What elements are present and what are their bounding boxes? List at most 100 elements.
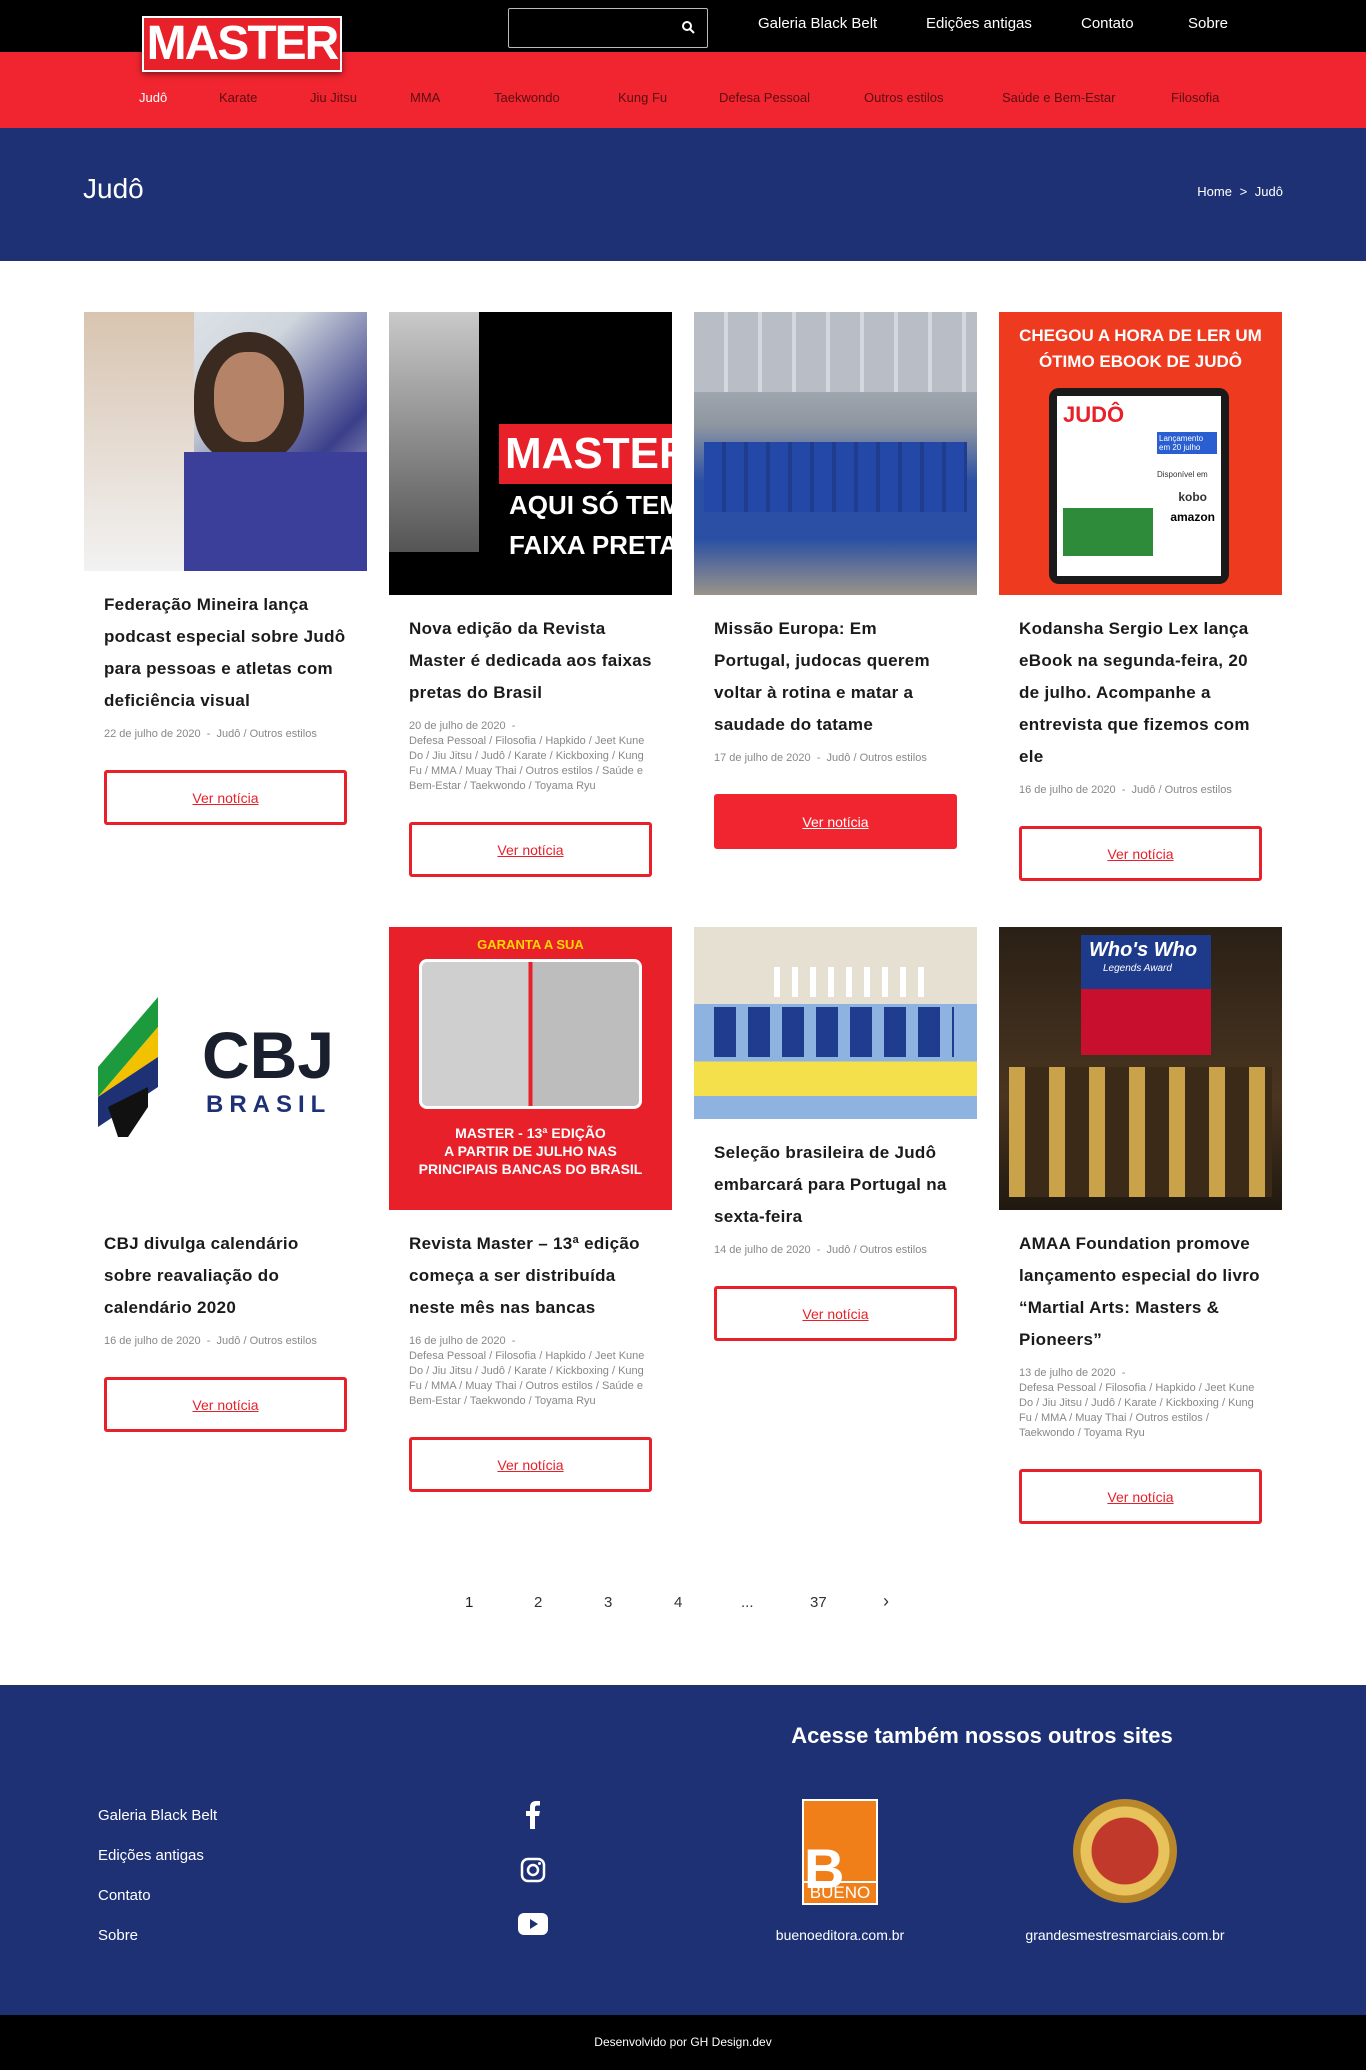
- image-text: JUDÔ: [1063, 402, 1125, 427]
- article-image[interactable]: [694, 927, 977, 1119]
- instagram-icon[interactable]: [518, 1855, 548, 1885]
- image-text: CBJ: [202, 1018, 335, 1092]
- image-text: Disponível em: [1157, 470, 1208, 479]
- article-categories[interactable]: Judô / Outros estilos: [217, 728, 317, 740]
- article-image[interactable]: MASTER AQUI SÓ TEM FAIXA PRETA: [389, 312, 672, 595]
- article-image[interactable]: GARANTA A SUA MASTER - 13ª EDIÇÃO A PART…: [389, 927, 672, 1210]
- facebook-icon[interactable]: [518, 1800, 548, 1830]
- ver-noticia-button[interactable]: Ver notícia: [1019, 1469, 1262, 1524]
- article-meta: 14 de julho de 2020 - Judô / Outros esti…: [714, 1244, 927, 1256]
- page-1[interactable]: 1: [465, 1594, 473, 1611]
- ver-noticia-button[interactable]: Ver notícia: [104, 770, 347, 825]
- logo-text: MASTER: [146, 17, 340, 70]
- footer-link-contato[interactable]: Contato: [98, 1887, 151, 1904]
- footer-link-edicoes[interactable]: Edições antigas: [98, 1847, 204, 1864]
- next-page-button[interactable]: ›: [883, 1591, 889, 1612]
- article-meta: 17 de julho de 2020 - Judô / Outros esti…: [714, 752, 927, 764]
- footer-link-sobre[interactable]: Sobre: [98, 1927, 138, 1944]
- article-image[interactable]: Who's Who Legends Award: [999, 927, 1282, 1210]
- article-categories[interactable]: Judô / Outros estilos: [827, 1244, 927, 1256]
- image-text: AQUI SÓ TEM: [509, 490, 672, 520]
- image-text: PRINCIPAIS BANCAS DO BRASIL: [418, 1161, 643, 1177]
- article-categories[interactable]: Defesa Pessoal / Filosofia / Hapkido / J…: [1019, 1382, 1254, 1439]
- article-categories[interactable]: Defesa Pessoal / Filosofia / Hapkido / J…: [409, 1350, 644, 1407]
- breadcrumb-home[interactable]: Home: [1197, 184, 1232, 199]
- ver-noticia-button[interactable]: Ver notícia: [409, 1437, 652, 1492]
- image-text: GARANTA A SUA: [477, 937, 584, 952]
- article-image[interactable]: [84, 312, 367, 571]
- site-link-grandes-mestres[interactable]: grandesmestresmarciais.com.br: [1000, 1799, 1250, 1943]
- article-title[interactable]: Kodansha Sergio Lex lança eBook na segun…: [1019, 613, 1262, 773]
- article-meta: 20 de julho de 2020 - Defesa Pessoal / F…: [409, 720, 645, 792]
- article-meta: 16 de julho de 2020 - Judô / Outros esti…: [1019, 784, 1232, 796]
- article-title[interactable]: Federação Mineira lança podcast especial…: [104, 589, 347, 717]
- article-categories[interactable]: Judô / Outros estilos: [1132, 784, 1232, 796]
- page-title: Judô: [83, 173, 144, 204]
- page-ellipsis: ...: [741, 1594, 754, 1611]
- bueno-logo: BUENO B: [802, 1799, 878, 1905]
- article-meta: 16 de julho de 2020 - Judô / Outros esti…: [104, 1335, 317, 1347]
- page-3[interactable]: 3: [604, 1594, 612, 1611]
- article-title[interactable]: Revista Master – 13ª edição começa a ser…: [409, 1228, 652, 1324]
- page-2[interactable]: 2: [534, 1594, 542, 1611]
- site-logo[interactable]: MASTER: [142, 16, 342, 72]
- cat-outros-estilos[interactable]: Outros estilos: [864, 90, 943, 105]
- youtube-icon[interactable]: [518, 1909, 548, 1939]
- cbj-logo-icon: [98, 997, 158, 1137]
- footer-link-galeria[interactable]: Galeria Black Belt: [98, 1807, 217, 1824]
- article-title[interactable]: Missão Europa: Em Portugal, judocas quer…: [714, 613, 957, 741]
- image-text: amazon: [1170, 510, 1215, 524]
- article-meta: 13 de julho de 2020 - Defesa Pessoal / F…: [1019, 1367, 1255, 1439]
- image-text: Lançamento em 20 julho: [1157, 432, 1217, 454]
- ver-noticia-button[interactable]: Ver notícia: [1019, 826, 1262, 881]
- ver-noticia-button[interactable]: Ver notícia: [714, 1286, 957, 1341]
- article-card: CBJ BRASIL CBJ divulga calendário sobre …: [84, 927, 367, 1432]
- search-icon[interactable]: [681, 20, 695, 34]
- ver-noticia-button[interactable]: Ver notícia: [409, 822, 652, 877]
- site-link-bueno[interactable]: BUENO B buenoeditora.com.br: [760, 1799, 920, 1943]
- cat-mma[interactable]: MMA: [410, 90, 440, 105]
- nav-sobre[interactable]: Sobre: [1188, 15, 1228, 32]
- article-card: GARANTA A SUA MASTER - 13ª EDIÇÃO A PART…: [389, 927, 672, 1492]
- image-text: A PARTIR DE JULHO NAS: [444, 1143, 617, 1159]
- article-title[interactable]: CBJ divulga calendário sobre reavaliação…: [104, 1228, 347, 1324]
- nav-edicoes-antigas[interactable]: Edições antigas: [926, 15, 1032, 32]
- cat-kung-fu[interactable]: Kung Fu: [618, 90, 667, 105]
- cat-saude-bem-estar[interactable]: Saúde e Bem-Estar: [1002, 90, 1115, 105]
- nav-contato[interactable]: Contato: [1081, 15, 1134, 32]
- cat-karate[interactable]: Karate: [219, 90, 257, 105]
- article-title[interactable]: Nova edição da Revista Master é dedicada…: [409, 613, 652, 709]
- article-title[interactable]: AMAA Foundation promove lançamento espec…: [1019, 1228, 1262, 1356]
- image-text: MASTER: [499, 424, 672, 484]
- article-image[interactable]: CHEGOU A HORA DE LER UM ÓTIMO EBOOK DE J…: [999, 312, 1282, 595]
- article-meta: 16 de julho de 2020 - Defesa Pessoal / F…: [409, 1335, 645, 1407]
- ver-noticia-button[interactable]: Ver notícia: [104, 1377, 347, 1432]
- cat-jiu-jitsu[interactable]: Jiu Jitsu: [310, 90, 357, 105]
- article-title[interactable]: Seleção brasileira de Judô embarcará par…: [714, 1137, 957, 1233]
- ver-noticia-button[interactable]: Ver notícia: [714, 794, 957, 849]
- cat-defesa-pessoal[interactable]: Defesa Pessoal: [719, 90, 810, 105]
- page-37[interactable]: 37: [810, 1594, 827, 1611]
- article-date: 16 de julho de 2020: [409, 1335, 506, 1347]
- article-card: Missão Europa: Em Portugal, judocas quer…: [694, 312, 977, 849]
- article-date: 22 de julho de 2020: [104, 728, 201, 740]
- site-url-grandes-mestres: grandesmestresmarciais.com.br: [1025, 1927, 1225, 1943]
- article-image[interactable]: [694, 312, 977, 595]
- article-categories[interactable]: Defesa Pessoal / Filosofia / Hapkido / J…: [409, 735, 644, 792]
- search-input[interactable]: [508, 8, 708, 48]
- article-card: MASTER AQUI SÓ TEM FAIXA PRETA Nova ediç…: [389, 312, 672, 877]
- cat-filosofia[interactable]: Filosofia: [1171, 90, 1219, 105]
- image-text: MASTER - 13ª EDIÇÃO: [455, 1125, 606, 1141]
- breadcrumb: Home > Judô: [1197, 184, 1283, 199]
- article-categories[interactable]: Judô / Outros estilos: [827, 752, 927, 764]
- site-url-bueno: buenoeditora.com.br: [775, 1927, 905, 1943]
- cat-taekwondo[interactable]: Taekwondo: [494, 90, 560, 105]
- article-card: Federação Mineira lança podcast especial…: [84, 312, 367, 825]
- page-4[interactable]: 4: [674, 1594, 682, 1611]
- nav-galeria-black-belt[interactable]: Galeria Black Belt: [758, 15, 877, 32]
- article-categories[interactable]: Judô / Outros estilos: [217, 1335, 317, 1347]
- article-image[interactable]: CBJ BRASIL: [84, 927, 367, 1210]
- article-date: 16 de julho de 2020: [1019, 784, 1116, 796]
- image-text: Who's Who: [1089, 939, 1198, 961]
- cat-judo[interactable]: Judô: [139, 90, 167, 105]
